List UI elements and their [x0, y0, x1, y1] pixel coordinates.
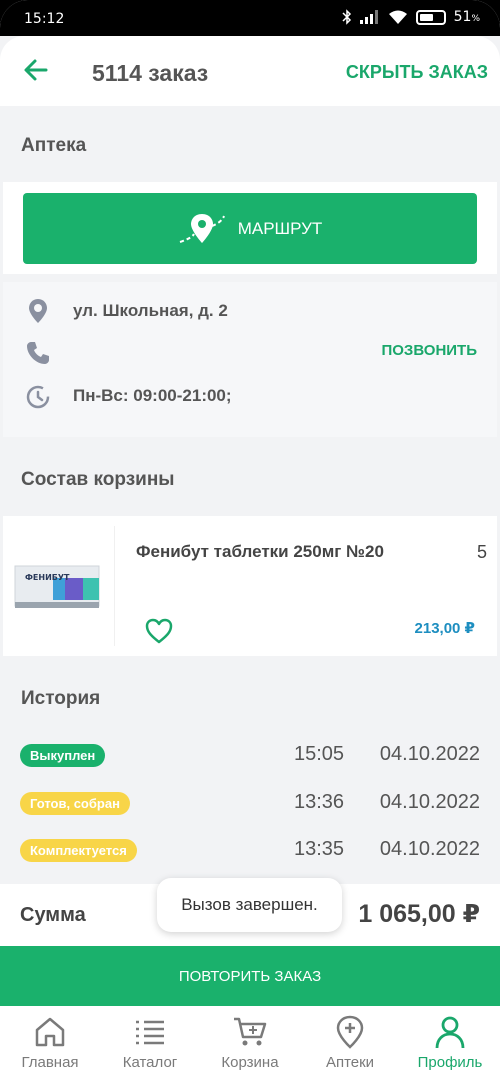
tab-label: Главная	[21, 1054, 79, 1071]
heart-icon[interactable]	[145, 618, 173, 644]
bluetooth-icon	[342, 9, 351, 25]
tab-profile[interactable]: Профиль	[400, 1014, 500, 1071]
clock-icon	[26, 385, 50, 409]
back-arrow-icon[interactable]	[22, 56, 50, 84]
status-bar: 15:12 51%	[0, 0, 500, 36]
cart-section-title: Состав корзины	[21, 469, 175, 490]
tab-label: Корзина	[221, 1054, 279, 1071]
pharmacy-section-title: Аптека	[21, 135, 87, 156]
history-time: 15:05	[294, 743, 345, 765]
battery-percent: 51%	[453, 9, 480, 25]
pharmacy-info-card: ул. Школьная, д. 2 ПОЗВОНИТЬ Пн-Вс: 09:0…	[3, 282, 497, 437]
status-icons: 51%	[342, 9, 480, 25]
home-icon	[35, 1017, 65, 1047]
tab-label: Аптеки	[325, 1054, 375, 1071]
status-badge: Выкуплен	[20, 744, 106, 767]
address-row	[25, 298, 51, 324]
status-badge: Готов, собран	[20, 792, 130, 815]
history-date: 04.10.2022	[379, 791, 480, 813]
product-box-image: ФЕНИБУТ	[14, 565, 100, 608]
bottom-tab-bar: Главная Каталог Корзина Аптеки Профиль	[0, 1006, 500, 1083]
history-date: 04.10.2022	[379, 838, 480, 860]
toast-message: Вызов завершен.	[157, 878, 342, 932]
app-body: 5114 заказ СКРЫТЬ ЗАКАЗ Аптека МАРШРУТ у…	[0, 36, 500, 1083]
phone-icon	[27, 342, 49, 364]
header: 5114 заказ СКРЫТЬ ЗАКАЗ	[0, 36, 500, 106]
profile-icon	[435, 1016, 465, 1049]
product-price: 213,00 ₽	[414, 620, 475, 637]
cart-item[interactable]: ФЕНИБУТ Фенибут таблетки 250мг №20 5 213…	[3, 516, 497, 656]
status-badge: Комплектуется	[20, 839, 137, 862]
pharmacy-pin-icon	[336, 1015, 364, 1049]
product-name: Фенибут таблетки 250мг №20	[136, 542, 384, 561]
list-icon	[136, 1020, 164, 1045]
pharmacy-address: ул. Школьная, д. 2	[73, 301, 228, 320]
repeat-order-button[interactable]: ПОВТОРИТЬ ЗАКАЗ	[0, 946, 500, 1006]
history-row: Комплектуется 13:35 04.10.2022	[0, 836, 500, 866]
signal-icon	[359, 10, 378, 24]
product-quantity: 5	[476, 542, 487, 562]
tab-label: Каталог	[122, 1054, 178, 1071]
route-button[interactable]: МАРШРУТ	[23, 193, 477, 264]
page-title: 5114 заказ	[92, 60, 209, 86]
phone-screen: 15:12 51% 5114 заказ СКРЫТЬ ЗАКАЗ Аптека	[0, 0, 500, 1083]
sum-value: 1 065,00 ₽	[358, 900, 480, 928]
tab-label: Профиль	[417, 1054, 483, 1071]
tab-home[interactable]: Главная	[0, 1014, 100, 1071]
battery-icon	[415, 9, 446, 25]
route-button-label: МАРШРУТ	[237, 218, 323, 238]
history-time: 13:35	[294, 838, 345, 860]
hours-row	[25, 383, 51, 409]
history-time: 13:36	[294, 791, 345, 813]
history-section-title: История	[21, 688, 101, 709]
cart-icon	[234, 1017, 267, 1046]
route-pin-icon	[179, 213, 225, 243]
location-pin-icon	[29, 299, 47, 323]
phone-row	[25, 340, 51, 366]
history-date: 04.10.2022	[379, 743, 480, 765]
history-row: Выкуплен 15:05 04.10.2022	[0, 741, 500, 771]
call-button[interactable]: ПОЗВОНИТЬ	[381, 342, 477, 359]
history-row: Готов, собран 13:36 04.10.2022	[0, 789, 500, 819]
product-image: ФЕНИБУТ	[3, 526, 115, 646]
tab-catalog[interactable]: Каталог	[100, 1014, 200, 1071]
tab-pharmacies[interactable]: Аптеки	[300, 1014, 400, 1071]
pharmacy-hours: Пн-Вс: 09:00-21:00;	[73, 386, 232, 405]
wifi-icon	[388, 10, 407, 24]
sum-label: Сумма	[20, 904, 86, 926]
route-card: МАРШРУТ	[3, 182, 497, 274]
tab-cart[interactable]: Корзина	[200, 1014, 300, 1071]
product-package-text: ФЕНИБУТ	[25, 573, 70, 582]
hide-order-button[interactable]: СКРЫТЬ ЗАКАЗ	[346, 62, 488, 83]
status-time: 15:12	[24, 11, 65, 27]
